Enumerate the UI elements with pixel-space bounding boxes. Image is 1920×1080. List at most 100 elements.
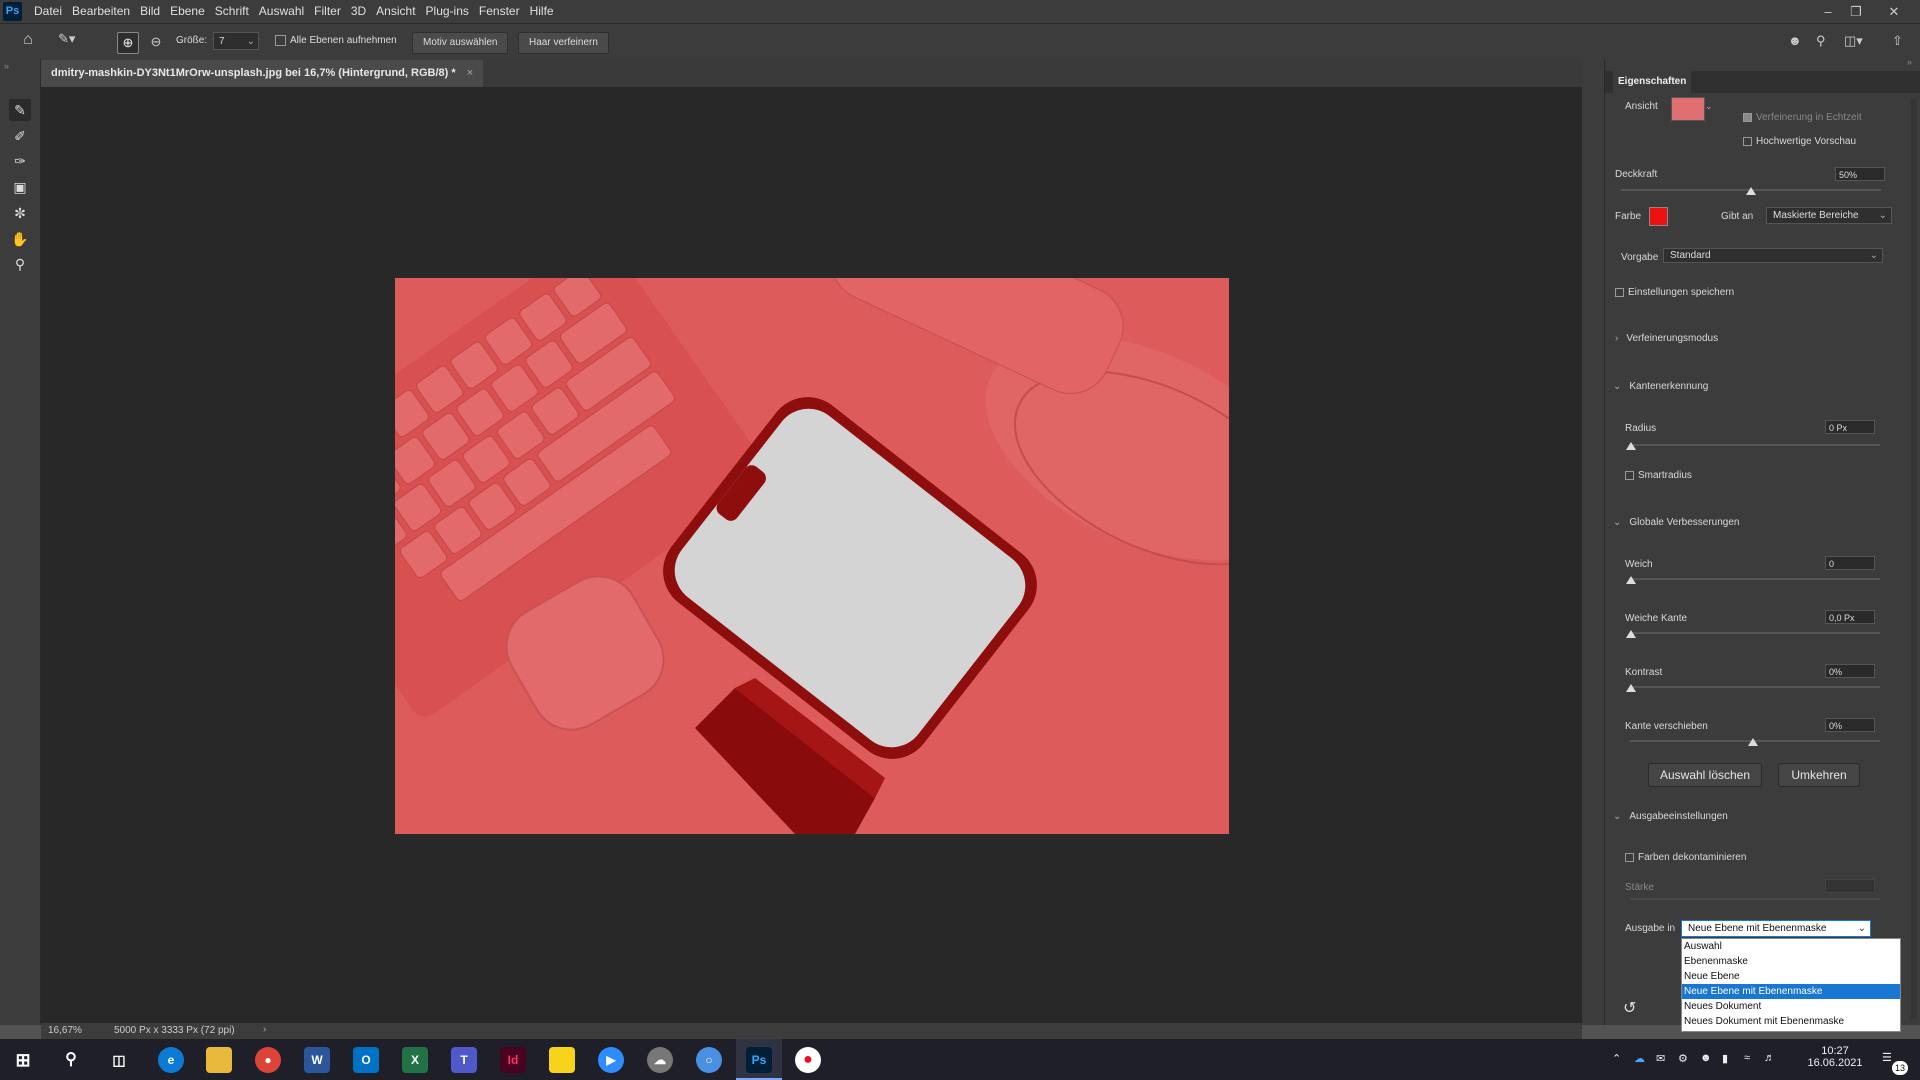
menu-auswahl[interactable]: Auswahl — [259, 0, 310, 23]
contrast-slider-track[interactable] — [1630, 686, 1880, 688]
lasso-tool-icon[interactable]: ✼ — [9, 202, 31, 224]
add-to-selection-icon[interactable]: ⊕ — [117, 32, 139, 54]
decontaminate-checkbox[interactable]: Farben dekontaminieren — [1625, 852, 1746, 863]
onedrive-icon[interactable]: ☁ — [1634, 1052, 1645, 1065]
refine-edge-brush-icon[interactable]: ✐ — [9, 125, 31, 147]
all-layers-checkbox[interactable]: Alle Ebenen aufnehmen — [275, 35, 397, 46]
menu-hilfe[interactable]: Hilfe — [530, 0, 560, 23]
chevron-right-icon[interactable]: › — [263, 1024, 266, 1035]
refine-mode-section[interactable]: › Verfeinerungsmodus — [1615, 333, 1718, 344]
zoom-level[interactable]: 16,67% — [48, 1025, 82, 1036]
hand-tool-icon[interactable]: ✋ — [9, 228, 31, 250]
radius-slider-knob[interactable] — [1626, 442, 1636, 450]
opacity-input[interactable]: 50% — [1835, 167, 1885, 181]
quick-selection-tool-icon[interactable]: ✎ — [9, 99, 31, 121]
word-icon[interactable]: W — [304, 1047, 330, 1073]
indicates-select[interactable]: Maskierte Bereiche ⌄ — [1766, 207, 1892, 224]
output-option-neues-dokument-mit-ebenenmaske[interactable]: Neues Dokument mit Ebenenmaske — [1682, 1014, 1900, 1029]
output-option-ebenenmaske[interactable]: Ebenenmaske — [1682, 954, 1900, 969]
shift-edge-slider-knob[interactable] — [1748, 738, 1758, 746]
feather-slider-knob[interactable] — [1626, 630, 1636, 638]
output-settings-section[interactable]: ⌄ Ausgabeeinstellungen — [1613, 811, 1728, 822]
brush-tool-icon[interactable]: ✑ — [9, 150, 31, 172]
size-input[interactable]: 7 ⌄ — [213, 32, 259, 50]
realtime-refine-checkbox[interactable]: Verfeinerung in Echtzeit — [1743, 112, 1862, 123]
task-view-icon[interactable]: ◫ — [106, 1047, 132, 1073]
smooth-slider-track[interactable] — [1630, 578, 1880, 580]
zoom-tool-icon[interactable]: ⚲ — [9, 253, 31, 275]
feather-input[interactable]: 0,0 Px — [1825, 610, 1875, 624]
global-refinements-section[interactable]: ⌄ Globale Verbesserungen — [1613, 517, 1739, 528]
wifi-icon[interactable]: ≈ — [1744, 1052, 1750, 1064]
expand-toolbar-icon[interactable]: » — [4, 61, 9, 71]
select-subject-button[interactable]: Motiv auswählen — [412, 32, 509, 54]
edge-browser-icon[interactable]: e — [158, 1047, 184, 1073]
output-to-select[interactable]: Neue Ebene mit Ebenenmaske ⌄ — [1681, 920, 1871, 937]
subtract-from-selection-icon[interactable]: ⊖ — [146, 32, 166, 52]
screen-recorder-icon[interactable]: ● — [795, 1047, 821, 1073]
windows-start-icon[interactable]: ⊞ — [10, 1047, 36, 1073]
user-icon[interactable]: ☻ — [1788, 33, 1802, 48]
output-option-neues-dokument[interactable]: Neues Dokument — [1682, 999, 1900, 1014]
close-tab-icon[interactable]: × — [467, 67, 473, 79]
menu-3d[interactable]: 3D — [351, 0, 372, 23]
collapse-panel-icon[interactable]: » — [1907, 57, 1912, 67]
volume-icon[interactable]: ♬ — [1764, 1052, 1775, 1064]
chat-app-icon[interactable]: ○ — [696, 1047, 722, 1073]
search-icon[interactable]: ⚲ — [1816, 33, 1826, 49]
photoshop-icon[interactable]: Ps — [746, 1047, 772, 1073]
menu-plugins[interactable]: Plug-ins — [426, 0, 475, 23]
menu-bearbeiten[interactable]: Bearbeiten — [72, 0, 136, 23]
outlook-tray-icon[interactable]: ✉ — [1656, 1052, 1665, 1065]
restore-icon[interactable]: ❐ — [1842, 0, 1870, 23]
shift-edge-input[interactable]: 0% — [1825, 718, 1875, 732]
clear-selection-button[interactable]: Auswahl löschen — [1648, 763, 1762, 787]
indesign-icon[interactable]: Id — [500, 1047, 526, 1073]
cloud-app-icon[interactable]: ☁ — [647, 1047, 673, 1073]
menu-ansicht[interactable]: Ansicht — [376, 0, 421, 23]
notification-center-icon[interactable]: ☰ — [1882, 1051, 1892, 1064]
output-option-auswahl[interactable]: Auswahl — [1682, 939, 1900, 954]
menu-datei[interactable]: Datei — [34, 0, 68, 23]
radius-slider-track[interactable] — [1630, 444, 1880, 446]
menu-fenster[interactable]: Fenster — [479, 0, 526, 23]
document-image[interactable] — [395, 278, 1229, 834]
home-icon[interactable]: ⌂ — [16, 31, 40, 51]
search-icon[interactable]: ⚲ — [58, 1047, 84, 1073]
excel-icon[interactable]: X — [402, 1047, 428, 1073]
close-icon[interactable]: ✕ — [1880, 0, 1908, 23]
workspace-icon[interactable]: ◫▾ — [1844, 33, 1863, 49]
feather-slider-track[interactable] — [1630, 632, 1880, 634]
tab-eigenschaften[interactable]: Eigenschaften — [1613, 71, 1692, 93]
menu-schrift[interactable]: Schrift — [215, 0, 255, 23]
sticky-notes-icon[interactable] — [549, 1047, 575, 1073]
teams-icon[interactable]: T — [451, 1047, 477, 1073]
radius-input[interactable]: 0 Px — [1825, 420, 1875, 434]
clock[interactable]: 10:27 16.06.2021 — [1800, 1045, 1870, 1069]
edge-detection-section[interactable]: ⌄ Kantenerkennung — [1613, 381, 1708, 392]
refine-hair-button[interactable]: Haar verfeinern — [518, 32, 609, 54]
hq-preview-checkbox[interactable]: Hochwertige Vorschau — [1743, 136, 1856, 147]
color-swatch[interactable] — [1649, 207, 1668, 226]
zoom-app-icon[interactable]: ▶ — [598, 1047, 624, 1073]
chevron-down-icon[interactable]: ⌄ — [1705, 101, 1713, 112]
settings-tray-icon[interactable]: ⚙ — [1678, 1052, 1688, 1065]
reset-icon[interactable]: ↺ — [1623, 998, 1636, 1018]
outlook-icon[interactable]: O — [353, 1047, 379, 1073]
chrome-icon[interactable]: ● — [255, 1047, 281, 1073]
document-tab[interactable]: dmitry-mashkin-DY3Nt1MrOrw-unsplash.jpg … — [41, 60, 484, 87]
battery-icon[interactable]: ▮ — [1722, 1052, 1728, 1065]
menu-ebene[interactable]: Ebene — [170, 0, 211, 23]
contrast-slider-knob[interactable] — [1626, 684, 1636, 692]
menu-filter[interactable]: Filter — [314, 0, 347, 23]
smooth-input[interactable]: 0 — [1825, 556, 1875, 570]
share-icon[interactable]: ⇧ — [1892, 33, 1903, 49]
contrast-input[interactable]: 0% — [1825, 664, 1875, 678]
opacity-slider-knob[interactable] — [1746, 187, 1756, 195]
tray-chevron-up-icon[interactable]: ⌃ — [1612, 1052, 1621, 1065]
object-selection-tool-icon[interactable]: ▣ — [9, 176, 31, 198]
smooth-slider-knob[interactable] — [1626, 576, 1636, 584]
smart-radius-checkbox[interactable]: Smartradius — [1625, 470, 1692, 481]
preset-select[interactable]: Standard ⌄ — [1663, 248, 1883, 263]
panel-scrollbar[interactable] — [1911, 99, 1917, 1019]
